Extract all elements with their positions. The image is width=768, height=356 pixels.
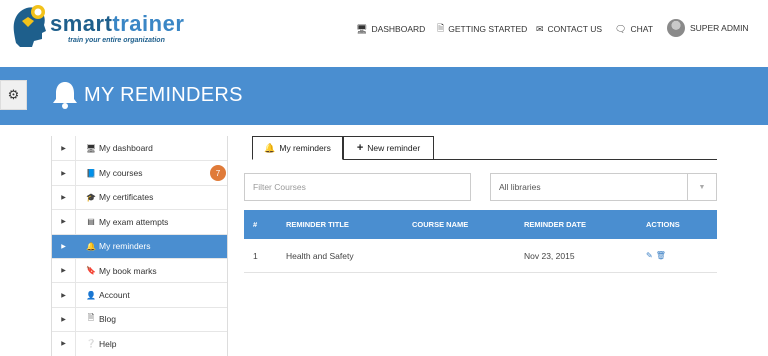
sidebar-item-label: My exam attempts bbox=[99, 216, 169, 227]
col-header-date: REMINDER DATE bbox=[524, 220, 586, 229]
nav-chat-label: CHAT bbox=[630, 24, 653, 34]
caret-right-icon: ▶ bbox=[52, 185, 76, 210]
settings-gears-icon[interactable]: ⚙ bbox=[0, 80, 27, 110]
reminders-table: # REMINDER TITLE COURSE NAME REMINDER DA… bbox=[244, 210, 717, 273]
sidebar-item-label: Blog bbox=[99, 314, 117, 325]
row-date: Nov 23, 2015 bbox=[524, 250, 575, 261]
top-header: smarttrainer train your entire organizat… bbox=[0, 0, 768, 67]
book-icon: 📘 bbox=[86, 168, 96, 178]
tab-my-reminders[interactable]: 🔔 My reminders bbox=[252, 136, 343, 160]
nav-contact-us[interactable]: ✉ CONTACT US bbox=[536, 18, 602, 40]
caret-right-icon: ▶ bbox=[52, 332, 76, 356]
sidebar-item-my-courses[interactable]: ▶ 📘 My courses 7 bbox=[52, 160, 227, 185]
row-actions: ✎ 🗑 bbox=[646, 239, 669, 272]
caret-right-icon: ▶ bbox=[52, 210, 76, 234]
document-icon: 🗎 bbox=[437, 23, 445, 33]
row-number: 1 bbox=[253, 250, 258, 261]
document-icon: 🗎 bbox=[87, 313, 95, 323]
tab-new-reminder[interactable]: + New reminder bbox=[343, 136, 434, 160]
col-header-course: COURSE NAME bbox=[412, 220, 469, 229]
monitor-icon: 🖥 bbox=[86, 143, 97, 153]
sidebar-item-label: Help bbox=[99, 338, 117, 349]
sidebar-item-my-exam-attempts[interactable]: ▶ ▤ My exam attempts bbox=[52, 209, 227, 234]
graduation-cap-icon: 🎓 bbox=[86, 192, 96, 202]
table-row: 1 Health and Safety Nov 23, 2015 ✎ 🗑 bbox=[244, 239, 717, 273]
chevron-down-icon: ▼ bbox=[687, 174, 716, 200]
library-select-value: All libraries bbox=[499, 182, 541, 192]
page-title: MY REMINDERS bbox=[84, 84, 243, 106]
courses-count-badge: 7 bbox=[210, 165, 226, 182]
sidebar: ▶ 🖥 My dashboard ▶ 📘 My courses 7 ▶ 🎓 My… bbox=[51, 136, 228, 356]
tab-label: New reminder bbox=[367, 143, 421, 153]
sidebar-item-my-reminders[interactable]: ▶ 🔔 My reminders bbox=[52, 233, 227, 258]
library-select[interactable]: All libraries ▼ bbox=[490, 173, 717, 201]
sidebar-item-label: My book marks bbox=[99, 265, 157, 276]
avatar bbox=[667, 19, 685, 37]
reminder-tabs: 🔔 My reminders + New reminder bbox=[252, 136, 717, 160]
col-header-number: # bbox=[253, 220, 258, 229]
sidebar-item-my-dashboard[interactable]: ▶ 🖥 My dashboard bbox=[52, 136, 227, 161]
nav-dashboard[interactable]: 🖥 DASHBOARD bbox=[356, 18, 425, 40]
edit-pencil-icon[interactable]: ✎ bbox=[646, 251, 653, 260]
user-icon: 👤 bbox=[86, 290, 96, 300]
bell-icon bbox=[53, 82, 77, 109]
sidebar-item-account[interactable]: ▶ 👤 Account bbox=[52, 282, 227, 307]
user-name: SUPER ADMIN bbox=[690, 23, 749, 33]
chat-icon: 🗨 bbox=[615, 23, 627, 34]
bookmark-icon: 🔖 bbox=[86, 266, 96, 276]
logo[interactable]: smarttrainer train your entire organizat… bbox=[10, 3, 184, 47]
filter-courses-input[interactable] bbox=[244, 173, 471, 201]
nav-dashboard-label: DASHBOARD bbox=[371, 24, 426, 34]
nav-contact-us-label: CONTACT US bbox=[547, 24, 603, 34]
bell-icon: 🔔 bbox=[86, 241, 96, 251]
caret-right-icon: ▶ bbox=[52, 258, 76, 283]
user-menu[interactable]: SUPER ADMIN bbox=[667, 17, 749, 39]
sidebar-item-label: My courses bbox=[99, 168, 143, 179]
nav-getting-started[interactable]: 🗎 GETTING STARTED bbox=[437, 18, 527, 40]
list-icon: ▤ bbox=[87, 217, 95, 227]
nav-chat[interactable]: 🗨 CHAT bbox=[615, 18, 653, 40]
plus-icon: + bbox=[356, 142, 364, 154]
caret-right-icon: ▶ bbox=[52, 234, 76, 258]
table-header: # REMINDER TITLE COURSE NAME REMINDER DA… bbox=[244, 210, 717, 239]
col-header-title: REMINDER TITLE bbox=[286, 220, 349, 229]
caret-right-icon: ▶ bbox=[52, 161, 76, 185]
bell-icon: 🔔 bbox=[264, 142, 276, 153]
question-icon: ❔ bbox=[86, 339, 96, 349]
envelope-icon: ✉ bbox=[536, 23, 544, 34]
row-title: Health and Safety bbox=[286, 250, 354, 261]
brand-tagline: train your entire organization bbox=[68, 37, 165, 44]
sidebar-item-my-book-marks[interactable]: ▶ 🔖 My book marks bbox=[52, 257, 227, 283]
nav-getting-started-label: GETTING STARTED bbox=[448, 24, 528, 34]
sidebar-item-label: My dashboard bbox=[99, 143, 153, 154]
tab-label: My reminders bbox=[279, 143, 331, 153]
caret-right-icon: ▶ bbox=[52, 283, 76, 307]
sidebar-item-help[interactable]: ▶ ❔ Help bbox=[52, 331, 227, 356]
brand-name: smarttrainer bbox=[50, 11, 185, 36]
caret-right-icon: ▶ bbox=[52, 307, 76, 332]
sidebar-item-label: My certificates bbox=[99, 192, 154, 203]
caret-right-icon: ▶ bbox=[52, 136, 76, 161]
sidebar-item-blog[interactable]: ▶ 🗎 Blog bbox=[52, 306, 227, 332]
monitor-icon: 🖥 bbox=[356, 23, 368, 34]
col-header-actions: ACTIONS bbox=[646, 220, 680, 229]
logo-head-icon bbox=[13, 5, 46, 47]
sidebar-item-label: My reminders bbox=[99, 241, 151, 252]
trash-icon[interactable]: 🗑 bbox=[656, 251, 666, 260]
sidebar-item-label: Account bbox=[99, 290, 130, 301]
sidebar-item-my-certificates[interactable]: ▶ 🎓 My certificates bbox=[52, 184, 227, 210]
